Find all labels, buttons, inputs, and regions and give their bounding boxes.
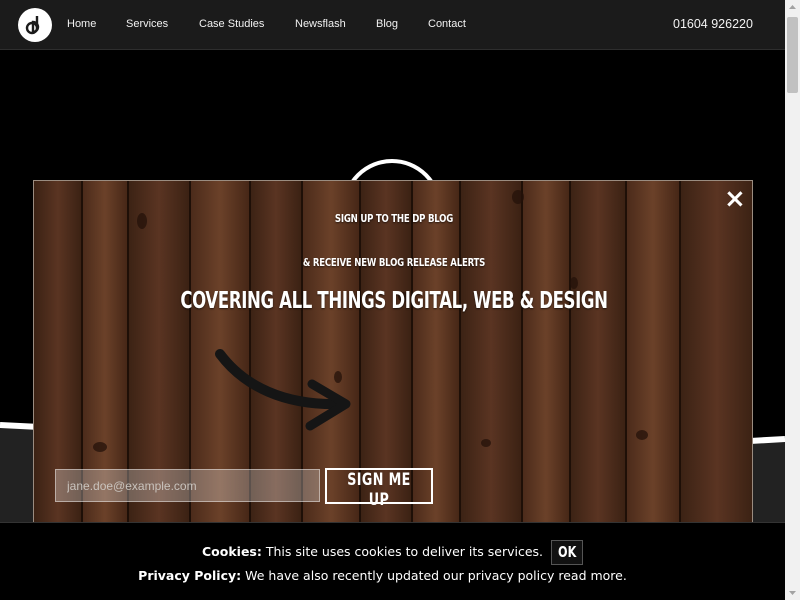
modal-heading-line2: & receive new blog release alerts	[302, 256, 486, 269]
sign-me-up-label: SIGN ME UP	[347, 470, 411, 510]
privacy-policy-label: Privacy Policy:	[138, 568, 242, 583]
cookie-ok-button[interactable]: OK	[551, 540, 583, 565]
cookies-label: Cookies:	[202, 544, 262, 559]
blog-signup-modal: × Sign up to the DP Blog & receive new b…	[33, 180, 753, 525]
cookie-consent-bar: Cookies: This site uses cookies to deliv…	[0, 522, 785, 600]
close-modal-button[interactable]: ×	[724, 185, 746, 213]
nav-contact-link[interactable]: Contact	[428, 18, 466, 30]
modal-heading-line3: Covering all things Digital, Web & Desig…	[180, 288, 608, 314]
sign-me-up-button[interactable]: SIGN ME UP	[325, 468, 433, 510]
cookies-text: This site uses cookies to deliver its se…	[265, 544, 544, 559]
nav-case-studies-link[interactable]: Case Studies	[199, 18, 264, 30]
top-navbar: Home Services Case Studies Newsflash Blo…	[0, 0, 785, 50]
nav-home-link[interactable]: Home	[67, 18, 96, 30]
cookie-notice-row: Cookies: This site uses cookies to deliv…	[0, 540, 785, 565]
page-scrollbar[interactable]	[785, 0, 800, 600]
scroll-up-icon[interactable]	[785, 0, 800, 15]
privacy-policy-text[interactable]: We have also recently updated our privac…	[245, 568, 627, 583]
dp-logo-icon[interactable]	[18, 8, 52, 42]
email-input[interactable]	[55, 469, 320, 502]
scrollbar-thumb[interactable]	[787, 17, 798, 93]
nav-newsflash-link[interactable]: Newsflash	[295, 18, 346, 30]
phone-number[interactable]: 01604 926220	[673, 17, 753, 31]
modal-heading-line1: Sign up to the DP Blog	[334, 212, 454, 225]
nav-blog-link[interactable]: Blog	[376, 18, 398, 30]
nav-services-link[interactable]: Services	[126, 18, 168, 30]
arrow-right-icon	[215, 349, 351, 431]
cookie-ok-label: OK	[557, 543, 577, 561]
scroll-down-icon[interactable]	[785, 585, 800, 600]
privacy-notice-row: Privacy Policy: We have also recently up…	[0, 568, 765, 583]
